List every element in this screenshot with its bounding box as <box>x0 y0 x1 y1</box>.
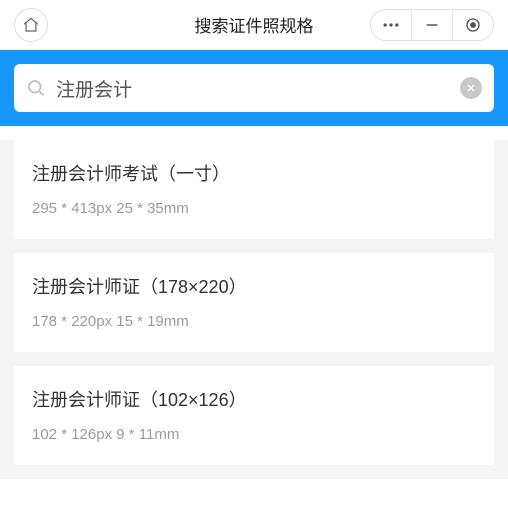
capsule-bar <box>370 9 494 41</box>
result-detail: 178 * 220px 15 * 19mm <box>32 313 476 330</box>
capsule-minimize-button[interactable] <box>412 9 452 41</box>
result-detail: 102 * 126px 9 * 11mm <box>32 426 476 443</box>
results-list: 注册会计师考试（一寸） 295 * 413px 25 * 35mm 注册会计师证… <box>0 140 508 479</box>
result-detail: 295 * 413px 25 * 35mm <box>32 200 476 217</box>
search-box <box>14 64 494 112</box>
search-icon <box>26 78 46 98</box>
result-item[interactable]: 注册会计师证（102×126） 102 * 126px 9 * 11mm <box>14 366 494 465</box>
clear-search-button[interactable] <box>460 77 482 99</box>
more-icon <box>381 15 401 35</box>
title-bar: 搜索证件照规格 <box>0 0 508 50</box>
result-title: 注册会计师考试（一寸） <box>32 160 476 186</box>
result-title: 注册会计师证（178×220） <box>32 273 476 299</box>
target-icon <box>464 16 482 34</box>
home-button[interactable] <box>14 8 48 42</box>
home-icon <box>22 16 40 34</box>
close-icon <box>466 83 476 93</box>
result-title: 注册会计师证（102×126） <box>32 386 476 412</box>
minus-icon <box>424 17 440 33</box>
result-item[interactable]: 注册会计师证（178×220） 178 * 220px 15 * 19mm <box>14 253 494 352</box>
capsule-close-button[interactable] <box>453 9 493 41</box>
search-area <box>0 50 508 126</box>
result-item[interactable]: 注册会计师考试（一寸） 295 * 413px 25 * 35mm <box>14 140 494 239</box>
search-input[interactable] <box>46 77 460 99</box>
capsule-more-button[interactable] <box>371 9 411 41</box>
